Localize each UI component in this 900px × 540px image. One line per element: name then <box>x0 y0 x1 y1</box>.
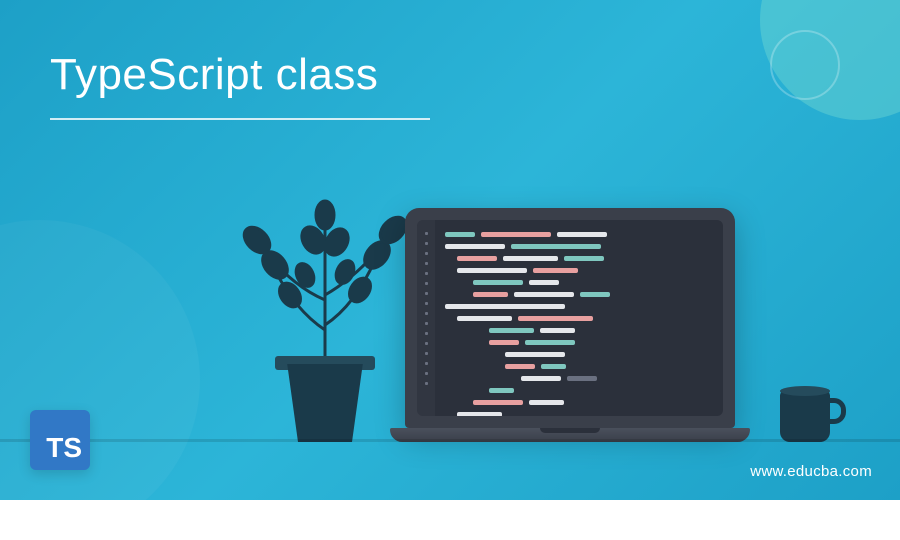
code-segment <box>445 244 505 249</box>
code-line <box>505 352 713 357</box>
code-gutter <box>417 220 435 416</box>
code-segment <box>473 280 523 285</box>
code-segment <box>557 232 607 237</box>
code-line <box>445 244 713 249</box>
code-segment <box>505 352 565 357</box>
code-line <box>445 232 713 237</box>
laptop-notch <box>540 428 600 433</box>
code-segment <box>540 328 575 333</box>
code-segment <box>481 232 551 237</box>
code-segment <box>567 376 597 381</box>
gutter-dot <box>425 272 428 275</box>
code-segment <box>489 388 514 393</box>
title-underline <box>50 118 430 120</box>
decor-circle-outline <box>770 30 840 100</box>
gutter-dot <box>425 302 428 305</box>
code-segment <box>564 256 604 261</box>
code-line <box>445 304 713 309</box>
code-segment <box>525 340 575 345</box>
gutter-dot <box>425 382 428 385</box>
code-segment <box>473 400 523 405</box>
gutter-dot <box>425 292 428 295</box>
laptop-frame <box>405 208 735 428</box>
code-segment <box>489 340 519 345</box>
page-title: TypeScript class <box>50 50 378 100</box>
code-segment <box>529 400 564 405</box>
code-segment <box>529 280 559 285</box>
code-line <box>489 340 713 345</box>
code-line <box>473 292 713 297</box>
laptop-screen <box>417 220 723 416</box>
code-segment <box>521 376 561 381</box>
code-line <box>521 376 713 381</box>
gutter-dot <box>425 362 428 365</box>
code-segment <box>541 364 566 369</box>
code-segment <box>457 412 502 416</box>
gutter-dot <box>425 282 428 285</box>
code-segment <box>514 292 574 297</box>
gutter-dot <box>425 342 428 345</box>
laptop-illustration <box>390 208 750 442</box>
mug-body <box>780 390 830 442</box>
code-line <box>489 388 713 393</box>
gutter-dot <box>425 332 428 335</box>
code-segment <box>511 244 601 249</box>
code-segment <box>580 292 610 297</box>
banner-root: TypeScript class <box>0 0 900 500</box>
code-line <box>457 316 713 321</box>
decor-blob <box>0 220 200 540</box>
code-segment <box>457 268 527 273</box>
code-line <box>473 400 713 405</box>
gutter-dot <box>425 232 428 235</box>
code-segment <box>457 256 497 261</box>
gutter-dot <box>425 242 428 245</box>
gutter-dot <box>425 352 428 355</box>
mug-handle <box>828 398 846 424</box>
code-line <box>457 268 713 273</box>
code-segment <box>445 304 565 309</box>
code-area <box>435 220 723 416</box>
code-line <box>457 412 713 416</box>
code-line <box>489 328 713 333</box>
code-segment <box>445 232 475 237</box>
code-segment <box>518 316 593 321</box>
code-segment <box>533 268 578 273</box>
code-segment <box>505 364 535 369</box>
code-line <box>473 280 713 285</box>
gutter-dot <box>425 262 428 265</box>
website-url: www.educba.com <box>750 463 872 480</box>
gutter-dot <box>425 372 428 375</box>
code-segment <box>489 328 534 333</box>
gutter-dot <box>425 252 428 255</box>
ts-badge-label: TS <box>46 432 82 464</box>
typescript-logo-icon: TS <box>30 410 90 470</box>
mug-top <box>780 386 830 396</box>
code-line <box>457 256 713 261</box>
plant-pot <box>280 364 370 442</box>
coffee-mug-icon <box>780 386 840 442</box>
code-segment <box>503 256 558 261</box>
code-line <box>505 364 713 369</box>
code-segment <box>473 292 508 297</box>
gutter-dot <box>425 322 428 325</box>
code-segment <box>457 316 512 321</box>
desk-line <box>0 439 900 442</box>
gutter-dot <box>425 312 428 315</box>
